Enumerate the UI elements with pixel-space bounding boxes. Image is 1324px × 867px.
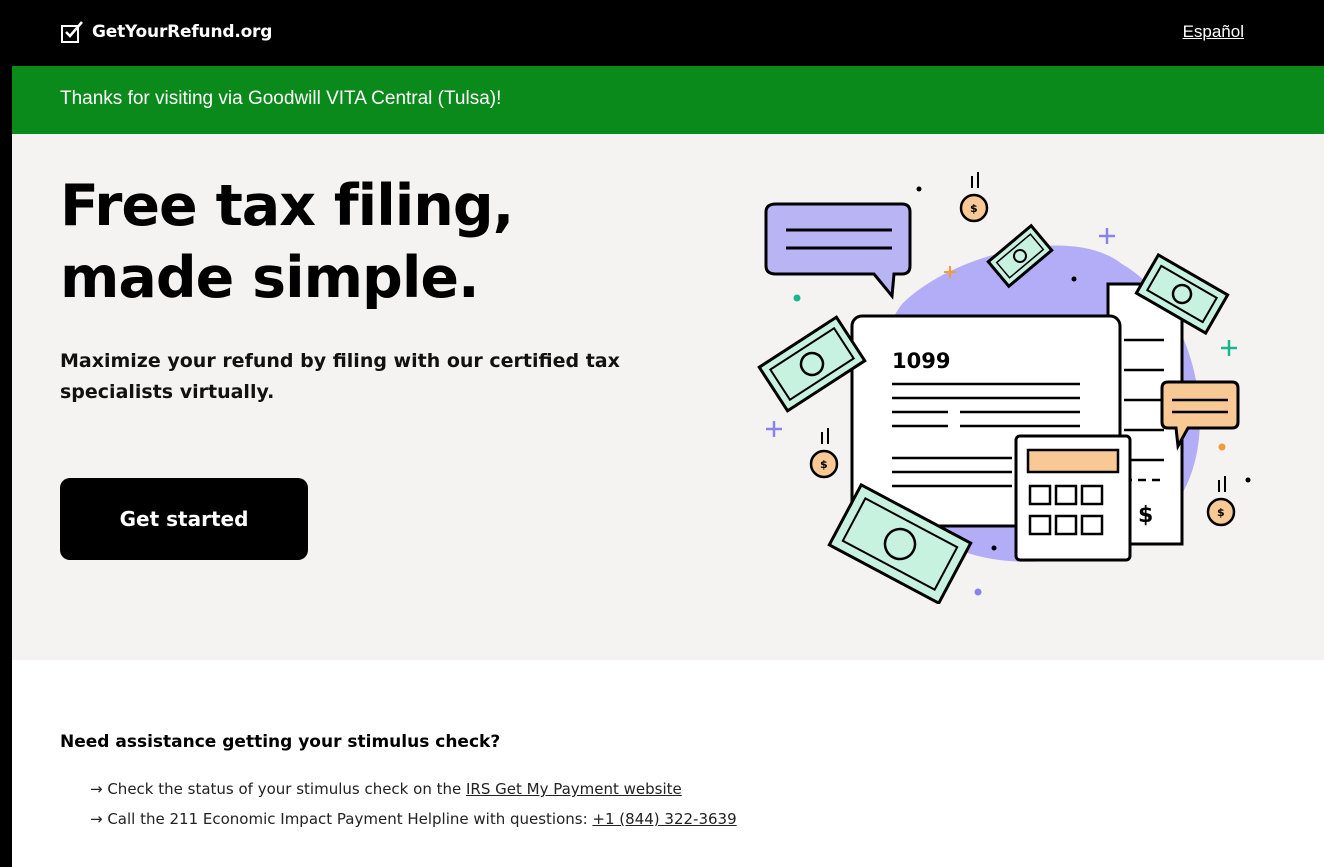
- helpline-phone-link[interactable]: +1 (844) 322-3639: [592, 810, 736, 828]
- sparkle-dot-icon: [916, 186, 922, 192]
- svg-text:$: $: [970, 202, 978, 215]
- top-nav-bar: GetYourRefund.org Español: [12, 10, 1324, 66]
- svg-text:$: $: [1217, 506, 1225, 519]
- calculator-icon: [1014, 434, 1132, 562]
- sparkle-dot-icon: [974, 588, 982, 596]
- hero-title: Free tax filing, made simple.: [60, 173, 514, 311]
- stimulus-item-text: → Check the status of your stimulus chec…: [90, 780, 466, 798]
- dollar-sign-label: $: [1138, 503, 1153, 528]
- speech-bubble-purple-icon: [764, 202, 912, 300]
- sparkle-dot-icon: [793, 294, 801, 302]
- sparkle-dot-icon: [1071, 276, 1077, 282]
- partner-banner: Thanks for visiting via Goodwill VITA Ce…: [12, 66, 1324, 134]
- sparkle-dot-icon: [1245, 477, 1251, 483]
- sparkle-dot-icon: [1218, 443, 1226, 451]
- form-1099-label: 1099: [892, 349, 950, 373]
- money-bill-icon: [757, 315, 867, 413]
- hero-subtitle: Maximize your refund by filing with our …: [60, 350, 620, 403]
- stimulus-help-list: → Check the status of your stimulus chec…: [60, 774, 1260, 834]
- irs-get-my-payment-link[interactable]: IRS Get My Payment website: [466, 780, 682, 798]
- hero-section: Free tax filing, made simple. Maximize y…: [12, 134, 1324, 660]
- get-started-button[interactable]: Get started: [60, 478, 308, 560]
- stimulus-help-title: Need assistance getting your stimulus ch…: [60, 732, 501, 752]
- tax-filing-illustration: $ 1099 $ $ $: [757, 172, 1251, 604]
- site-logo-text: GetYourRefund.org: [92, 22, 273, 42]
- site-logo-link[interactable]: GetYourRefund.org: [60, 16, 272, 48]
- checkbox-logo-icon: [61, 21, 83, 43]
- plus-sparkle-icon: [1221, 340, 1237, 356]
- sparkle-dot-icon: [991, 545, 997, 551]
- list-item: → Call the 211 Economic Impact Payment H…: [90, 804, 1260, 834]
- partner-banner-text: Thanks for visiting via Goodwill VITA Ce…: [60, 88, 502, 109]
- svg-text:$: $: [820, 458, 828, 471]
- list-item: → Check the status of your stimulus chec…: [90, 774, 1260, 804]
- stimulus-item-text: → Call the 211 Economic Impact Payment H…: [90, 810, 593, 828]
- stimulus-help-section: Need assistance getting your stimulus ch…: [60, 732, 1260, 834]
- page-frame: GetYourRefund.org Español Thanks for vis…: [12, 10, 1324, 867]
- language-switch-link[interactable]: Español: [1183, 22, 1244, 42]
